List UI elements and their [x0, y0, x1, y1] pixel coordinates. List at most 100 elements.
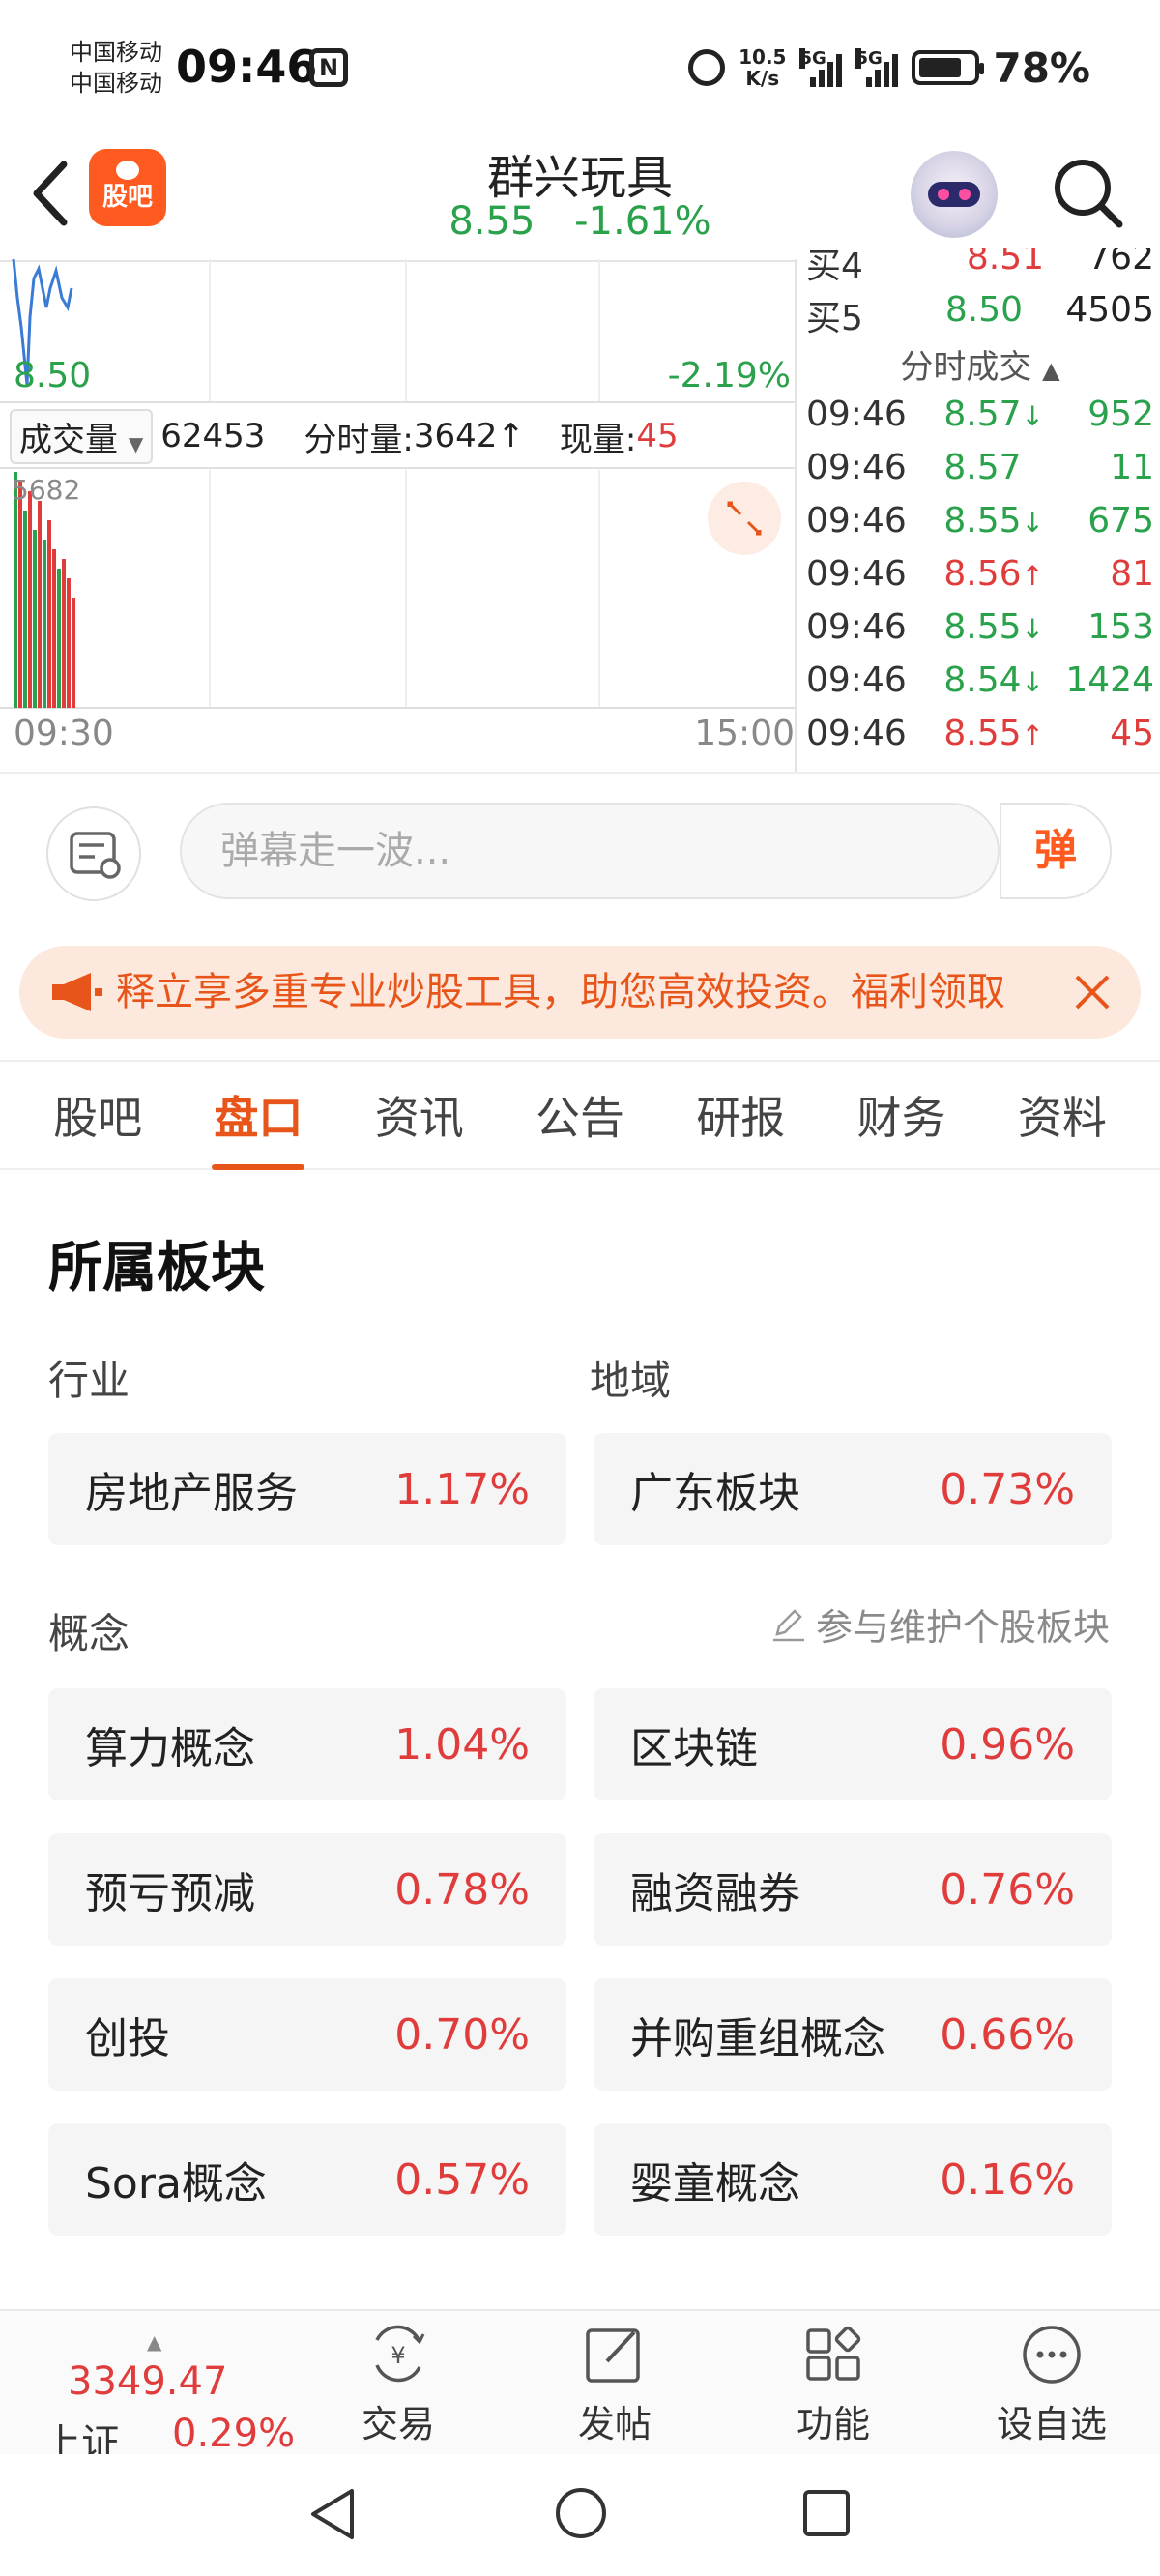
chart-divider: [795, 259, 797, 772]
more-icon: [1023, 2326, 1081, 2384]
volume-info-row: 成交量 ▼ 62453 分时量: 3642 ↑ 现量: 45: [10, 404, 795, 468]
status-bar: 中国移动 中国移动 09:46 N 10.5 K/s 5G 5G 78%: [0, 0, 1160, 135]
trade-button[interactable]: ¥ 交易: [321, 2323, 476, 2448]
sector-card-concept[interactable]: 算力概念 1.04%: [48, 1688, 566, 1800]
concept-label: 概念: [48, 1610, 130, 1657]
signal-icon-1: 5G: [799, 48, 843, 87]
sector-card-concept[interactable]: 预亏预减 0.78%: [48, 1833, 566, 1946]
volume-selector[interactable]: 成交量 ▼: [10, 408, 154, 464]
current-volume-label: 现量:: [559, 420, 637, 459]
intraday-chart[interactable]: 8.50 -2.19% 成交量 ▼ 62453 分时量: 3642 ↑ 现量: …: [0, 258, 795, 772]
region-label: 地域: [590, 1357, 672, 1404]
trades-panel[interactable]: 买4 8.51 762 买5 8.50 4505 分时成交 ▲ 09:46 8.5…: [800, 248, 1160, 770]
arrow-up-icon: ↑: [1021, 719, 1044, 751]
order-book-row: 买4 8.51 762: [806, 248, 1154, 286]
nav-back-icon[interactable]: [307, 2485, 358, 2543]
sector-card-concept[interactable]: Sora概念 0.57%: [48, 2123, 566, 2236]
time-end: 15:00: [694, 714, 795, 753]
nav-recents-icon[interactable]: [800, 2487, 853, 2539]
add-watchlist-button[interactable]: 设自选: [974, 2323, 1129, 2448]
robot-avatar-icon[interactable]: [911, 151, 998, 238]
search-icon[interactable]: [1050, 155, 1127, 232]
post-button[interactable]: 发帖: [537, 2323, 692, 2448]
sector-card-concept[interactable]: 融资融券 0.76%: [594, 1833, 1112, 1946]
sector-card-concept[interactable]: 婴童概念 0.16%: [594, 2123, 1112, 2236]
trade-row: 09:46 8.55↓ 153: [806, 607, 1154, 647]
tab-bar: 股吧 盘口 资讯 公告 研报 财务 资料: [0, 1060, 1160, 1170]
chart-low-price: 8.50: [14, 356, 92, 395]
arrow-down-icon: ↓: [1021, 613, 1044, 645]
volume-axis-max: 5682: [12, 474, 81, 506]
trade-row: 09:46 8.54↓ 1424: [806, 660, 1154, 700]
trade-row: 09:46 8.55↓ 675: [806, 501, 1154, 541]
index-value: 3349.47: [68, 2359, 228, 2404]
tab-pankou[interactable]: 盘口: [198, 1083, 318, 1170]
back-icon[interactable]: [27, 155, 75, 232]
danmaku-send-button[interactable]: 弹: [1000, 803, 1112, 899]
sectors-title: 所属板块: [48, 1237, 265, 1300]
grid-icon: [806, 2326, 861, 2381]
sector-card-industry[interactable]: 房地产服务 1.17%: [48, 1433, 566, 1545]
stock-price-line: 8.55 -1.61%: [290, 199, 870, 244]
guba-logo[interactable]: 股吧: [89, 149, 166, 226]
nfc-icon: N: [309, 48, 348, 87]
trade-row: 09:46 8.56↑ 81: [806, 554, 1154, 594]
danmaku-settings-icon[interactable]: [46, 806, 141, 901]
close-icon[interactable]: [1067, 967, 1117, 1017]
bottom-bar: ▲ 3349.47 上证 0.29% ¥ 交易 发帖 功能 设自选: [0, 2309, 1160, 2466]
sector-card-concept[interactable]: 创投 0.70%: [48, 1978, 566, 2091]
order-book-row: 买5 8.50 4505: [806, 290, 1154, 338]
sector-card-concept[interactable]: 并购重组概念 0.66%: [594, 1978, 1112, 2091]
battery-percent: 78%: [993, 44, 1090, 92]
net-speed: 10.5 K/s: [739, 45, 787, 90]
caret-up-icon: ▲: [147, 2330, 162, 2354]
tab-guba[interactable]: 股吧: [38, 1083, 158, 1147]
arrow-down-icon: ↓: [1021, 507, 1044, 539]
trade-row: 09:468.57↓11: [806, 448, 1154, 487]
volume-total: 62453: [160, 417, 266, 455]
function-button[interactable]: 功能: [756, 2323, 911, 2448]
trades-title[interactable]: 分时成交 ▲: [800, 340, 1160, 388]
nav-home-icon[interactable]: [553, 2485, 609, 2541]
promo-banner[interactable]: 释立享多重专业炒股工具，助您高效投资。福利领取: [19, 946, 1141, 1039]
minute-volume-value: 3642: [413, 417, 498, 455]
maintain-sector-link[interactable]: 参与维护个股板块: [769, 1597, 1110, 1651]
system-nav-bar: [0, 2454, 1160, 2576]
status-clock: 09:46: [176, 41, 318, 93]
tab-profile[interactable]: 资料: [1002, 1083, 1122, 1147]
megaphone-icon: [52, 973, 102, 1011]
sector-card-concept[interactable]: 区块链 0.96%: [594, 1688, 1112, 1800]
carrier-1: 中国移动: [70, 39, 162, 66]
tab-news[interactable]: 资讯: [360, 1083, 479, 1147]
trade-icon: ¥: [375, 2325, 425, 2383]
battery-icon: [912, 50, 985, 85]
stock-change-pct: -1.61%: [574, 199, 711, 244]
time-start: 09:30: [14, 714, 114, 753]
carrier-info: 中国移动 中国移动: [70, 37, 162, 99]
volume-bars: [14, 472, 75, 708]
arrow-down-icon: ↓: [1021, 400, 1044, 432]
minute-volume-label: 分时量:: [304, 420, 414, 459]
sector-card-region[interactable]: 广东板块 0.73%: [594, 1433, 1112, 1545]
expand-icon[interactable]: [708, 482, 781, 555]
industry-label: 行业: [48, 1357, 130, 1404]
tab-announcements[interactable]: 公告: [520, 1083, 640, 1147]
index-ticker[interactable]: ▲ 3349.47 上证 0.29%: [39, 2330, 295, 2466]
arrow-up-icon: ↑: [1021, 560, 1044, 592]
tab-finance[interactable]: 财务: [842, 1083, 962, 1147]
tab-research[interactable]: 研报: [681, 1083, 800, 1147]
danmaku-bar: 弹幕走一波... 弹: [0, 772, 1160, 926]
up-arrow-icon: ↑: [497, 417, 525, 455]
danmaku-input[interactable]: 弹幕走一波...: [180, 803, 1000, 899]
carrier-2: 中国移动: [70, 70, 162, 97]
arrow-down-icon: ↓: [1021, 666, 1044, 698]
trade-row: 09:46 8.57↓ 952: [806, 395, 1154, 434]
edit-post-icon: [586, 2328, 640, 2383]
chart-grid: [0, 258, 795, 709]
stock-price: 8.55: [449, 199, 536, 244]
edit-icon: [772, 1608, 804, 1641]
alarm-icon: [688, 49, 726, 86]
signal-icon-2: 5G: [856, 48, 899, 87]
current-volume-value: 45: [636, 417, 679, 455]
promo-text: 释立享多重专业炒股工具，助您高效投资。福利领取: [116, 970, 1005, 1014]
